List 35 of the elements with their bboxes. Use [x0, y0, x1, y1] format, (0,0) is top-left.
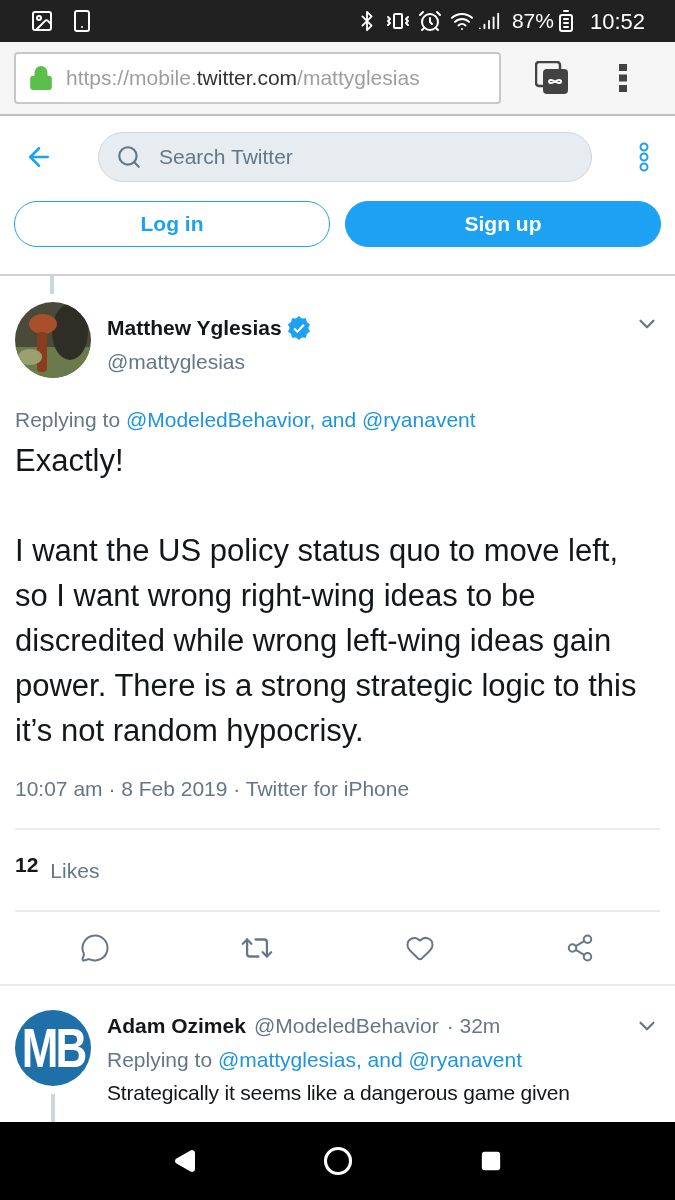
search-field[interactable]: Search Twitter	[98, 132, 592, 182]
likes-label: Likes	[50, 857, 100, 884]
reply-text: Strategically it seems like a dangerous game given	[107, 1080, 571, 1106]
tab-switcher-icon[interactable]	[535, 61, 569, 95]
author-handle[interactable]: @ModeledBehavior	[253, 1010, 439, 1042]
tweet-age: · 32m	[446, 1013, 501, 1039]
reply-icon[interactable]	[80, 933, 111, 963]
home-icon[interactable]	[323, 1146, 354, 1176]
url-field[interactable]: https://mobile.twitter.com/mattyglesias	[14, 52, 501, 104]
lock-icon	[28, 65, 54, 91]
replying-to-text: Replying to @mattyglesias, and @ryanavent	[107, 1046, 524, 1073]
recents-icon[interactable]	[479, 1150, 502, 1172]
image-icon	[30, 9, 54, 33]
clock-time: 10:52	[589, 7, 645, 36]
author-name[interactable]: Matthew Yglesias	[107, 312, 282, 344]
author-handle[interactable]: @mattyglesias	[107, 345, 660, 377]
author-name[interactable]: Adam Ozimek	[107, 1010, 246, 1042]
battery-percent: 87%	[511, 8, 554, 35]
more-options-icon[interactable]	[639, 142, 649, 172]
mention-link[interactable]: @ModeledBehavior, and @ryanavent	[125, 408, 476, 431]
mention-link[interactable]: @mattyglesias, and @ryanavent	[217, 1047, 523, 1071]
likes-count: 12	[15, 851, 39, 878]
back-icon[interactable]	[173, 1149, 198, 1173]
tweet-timestamp: 10:07 am · 8 Feb 2019 · Twitter for iPhone	[15, 775, 411, 802]
alarm-icon	[417, 9, 442, 33]
signal-icon	[477, 10, 500, 32]
url-text: https://mobile.twitter.com/mattyglesias	[66, 65, 420, 92]
sign-up-button[interactable]: Sign up	[345, 201, 661, 247]
tweet-text: I want the US policy status quo to move left, so I want wrong right-wing ideas to be discredited while wrong left-wing ideas gain power. There is a strong strategic logic to this it’s not random hypocrisy.	[15, 531, 638, 750]
tweet-text: Exactly!	[15, 441, 125, 480]
search-icon	[116, 144, 142, 170]
replying-to-text: Replying to @ModeledBehavior, and @ryanavent	[15, 407, 477, 433]
menu-icon[interactable]	[619, 64, 627, 92]
avatar-initials: MB	[21, 1015, 85, 1080]
log-in-button[interactable]: Log in	[14, 201, 330, 247]
